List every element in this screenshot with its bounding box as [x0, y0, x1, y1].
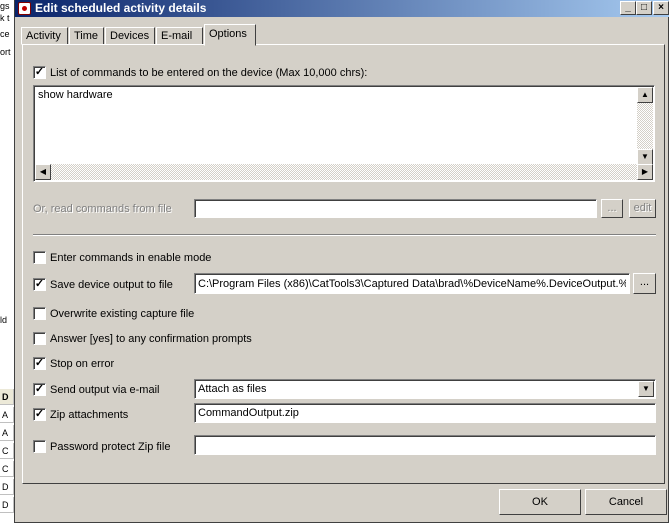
overwrite-checkbox[interactable] [33, 307, 46, 320]
output-path-value: C:\Program Files (x86)\CatTools3\Capture… [198, 278, 626, 290]
bg-text: ce [0, 29, 10, 39]
save-output-checkbox[interactable]: ✓ [33, 278, 46, 291]
zip-attachments-checkbox[interactable]: ✓ [33, 408, 46, 421]
bg-text: k t [0, 13, 10, 23]
attachment-mode-select[interactable]: Attach as files ▼ [194, 379, 656, 399]
edit-file-button[interactable]: edit [629, 199, 656, 218]
read-from-file-input[interactable] [194, 199, 597, 218]
save-output-label: Save device output to file [50, 279, 173, 291]
bg-grid-cell: A [0, 407, 14, 423]
scroll-right-icon[interactable]: ▶ [637, 164, 653, 180]
cancel-button[interactable]: Cancel [585, 489, 667, 515]
zip-filename-input[interactable]: CommandOutput.zip [194, 403, 656, 423]
enable-mode-label: Enter commands in enable mode [50, 252, 212, 264]
commands-checkbox[interactable]: ✓ [33, 66, 46, 79]
attachment-mode-value: Attach as files [198, 383, 267, 395]
commands-text: show hardware [38, 89, 113, 101]
scroll-up-icon[interactable]: ▲ [637, 87, 653, 103]
bg-text: ld [0, 315, 8, 325]
horizontal-scrollbar[interactable]: ◀ ▶ [35, 164, 653, 180]
options-panel: ✓ List of commands to be entered on the … [22, 44, 665, 484]
bg-text: gs [0, 1, 10, 11]
bg-grid-cell: D [0, 479, 14, 495]
enable-mode-checkbox[interactable] [33, 251, 46, 264]
maximize-button[interactable]: □ [636, 1, 652, 15]
tab-email[interactable]: E-mail [156, 27, 203, 45]
answer-yes-checkbox[interactable] [33, 332, 46, 345]
chevron-down-icon[interactable]: ▼ [638, 381, 654, 397]
tab-time[interactable]: Time [69, 27, 104, 45]
zip-attachments-label: Zip attachments [50, 409, 129, 421]
commands-textarea[interactable]: show hardware ▲ ▼ ◀ ▶ [33, 85, 655, 182]
scroll-down-icon[interactable]: ▼ [637, 149, 653, 165]
bg-grid-cell: C [0, 461, 14, 477]
stop-on-error-checkbox[interactable]: ✓ [33, 357, 46, 370]
window-title: Edit scheduled activity details [35, 1, 207, 15]
overwrite-label: Overwrite existing capture file [50, 308, 195, 320]
password-zip-checkbox[interactable] [33, 440, 46, 453]
commands-label: List of commands to be entered on the de… [50, 67, 368, 79]
bg-grid-cell: D [0, 497, 14, 513]
tab-options[interactable]: Options [204, 24, 256, 46]
password-zip-label: Password protect Zip file [50, 441, 171, 453]
read-from-file-label: Or, read commands from file [33, 203, 172, 215]
dialog-window: Edit scheduled activity details _ □ × Ac… [14, 0, 669, 523]
minimize-button[interactable]: _ [620, 1, 636, 15]
zip-filename-value: CommandOutput.zip [198, 407, 299, 419]
send-email-label: Send output via e-mail [50, 384, 160, 396]
bg-grid-header: D [0, 389, 14, 405]
background-app: gs k t ce ort ld D A A C C D D [0, 0, 14, 523]
ok-button[interactable]: OK [499, 489, 581, 515]
answer-yes-label: Answer [yes] to any confirmation prompts [50, 333, 252, 345]
zip-password-input[interactable] [194, 435, 656, 455]
title-bar[interactable]: Edit scheduled activity details _ □ × [15, 0, 669, 17]
read-file-browse-button[interactable]: ... [601, 199, 623, 218]
close-button[interactable]: × [653, 1, 669, 15]
output-path-browse-button[interactable]: ... [633, 273, 656, 294]
vertical-scrollbar[interactable]: ▲ ▼ [637, 87, 653, 165]
tab-devices[interactable]: Devices [105, 27, 155, 45]
send-email-checkbox[interactable]: ✓ [33, 383, 46, 396]
stop-on-error-label: Stop on error [50, 358, 115, 370]
bg-grid-cell: A [0, 425, 14, 441]
bg-grid-cell: C [0, 443, 14, 459]
tab-activity[interactable]: Activity [21, 27, 68, 45]
scroll-left-icon[interactable]: ◀ [35, 164, 51, 180]
output-path-input[interactable]: C:\Program Files (x86)\CatTools3\Capture… [194, 273, 630, 294]
separator [33, 234, 656, 236]
bg-text: ort [0, 47, 11, 57]
app-icon [18, 2, 31, 15]
